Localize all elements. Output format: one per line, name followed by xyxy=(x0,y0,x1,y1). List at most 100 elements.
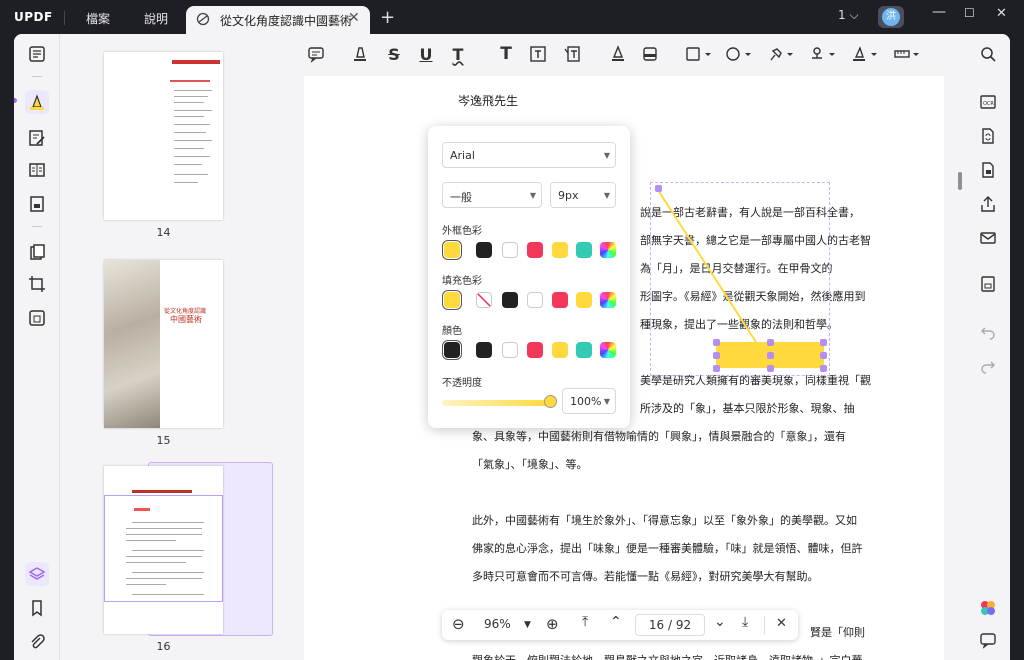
opacity-slider[interactable] xyxy=(442,400,550,406)
resize-handle[interactable] xyxy=(767,339,774,346)
highlight-icon[interactable] xyxy=(350,44,370,64)
menu-file[interactable]: 檔案 xyxy=(86,10,110,27)
resize-handle[interactable] xyxy=(820,352,827,359)
form-icon[interactable] xyxy=(25,192,49,216)
share-icon[interactable] xyxy=(978,194,998,214)
swatch-white[interactable] xyxy=(502,242,518,258)
reader-icon[interactable] xyxy=(25,42,49,66)
convert-icon[interactable] xyxy=(978,126,998,146)
opacity-slider-handle[interactable] xyxy=(544,395,557,408)
callout-handle[interactable] xyxy=(655,185,662,192)
last-page-icon[interactable]: ⤓ xyxy=(742,614,748,630)
divider xyxy=(764,616,765,634)
swatch-teal[interactable] xyxy=(576,242,592,258)
resize-handle[interactable] xyxy=(713,365,720,372)
comment-list-icon[interactable] xyxy=(978,630,998,650)
resize-handle[interactable] xyxy=(713,339,720,346)
close-window-button[interactable]: ✕ xyxy=(996,6,1007,21)
custom-color-swatch[interactable] xyxy=(600,342,616,358)
font-style-select[interactable]: 一般 ▼ xyxy=(442,182,542,208)
resize-handle[interactable] xyxy=(767,365,774,372)
organize-pages-icon[interactable] xyxy=(25,240,49,264)
note-icon[interactable] xyxy=(306,44,326,64)
swatch-red[interactable] xyxy=(527,242,543,258)
swatch-yellow[interactable] xyxy=(576,292,592,308)
resize-handle[interactable] xyxy=(820,365,827,372)
swatch-yellow[interactable] xyxy=(444,242,460,258)
text-icon[interactable]: T xyxy=(496,44,516,64)
email-icon[interactable] xyxy=(978,228,998,248)
document-tab[interactable]: 從文化角度認識中國藝術 ✕ xyxy=(186,6,370,34)
ocr-icon[interactable]: OCR xyxy=(978,92,998,112)
layers-icon[interactable] xyxy=(25,562,49,586)
eraser-icon[interactable] xyxy=(640,44,660,64)
swatch-yellow[interactable] xyxy=(552,242,568,258)
swatch-black[interactable] xyxy=(502,292,518,308)
crop-icon[interactable] xyxy=(25,272,49,296)
maximize-button[interactable]: ☐ xyxy=(964,6,975,20)
thumbnail-page-14[interactable] xyxy=(104,52,223,220)
zoom-level[interactable]: 96% xyxy=(484,617,511,631)
signature-icon[interactable] xyxy=(850,44,880,64)
previous-page-icon[interactable]: ⌃ xyxy=(610,614,622,630)
swatch-red[interactable] xyxy=(552,292,568,308)
comment-icon[interactable] xyxy=(25,90,49,114)
underline-icon[interactable]: U xyxy=(416,44,436,64)
tab-count[interactable]: 1 ⌵ xyxy=(838,8,859,23)
close-zoom-bar-icon[interactable]: ✕ xyxy=(776,616,787,631)
ai-assistant-icon[interactable] xyxy=(978,598,998,618)
page-number-input[interactable]: 16 / 92 xyxy=(635,614,705,636)
thumbnail-page-16[interactable] xyxy=(104,466,223,634)
edit-icon[interactable] xyxy=(25,126,49,150)
avatar[interactable]: 洪 xyxy=(878,6,904,28)
swatch-red[interactable] xyxy=(527,342,543,358)
font-family-select[interactable]: Arial ▼ xyxy=(442,142,616,168)
swatch-yellow[interactable] xyxy=(444,292,460,308)
zoom-dropdown-icon[interactable]: ▼ xyxy=(524,620,531,630)
swatch-black[interactable] xyxy=(476,342,492,358)
swatch-white[interactable] xyxy=(527,292,543,308)
search-icon[interactable] xyxy=(978,44,998,64)
swatch-black[interactable] xyxy=(444,342,460,358)
resize-handle[interactable] xyxy=(713,352,720,359)
close-tab-icon[interactable]: ✕ xyxy=(348,10,360,26)
custom-color-swatch[interactable] xyxy=(600,242,616,258)
stamp-icon[interactable] xyxy=(808,44,838,64)
bookmark-icon[interactable] xyxy=(25,596,49,620)
menu-help[interactable]: 說明 xyxy=(144,10,168,27)
resize-handle[interactable] xyxy=(820,339,827,346)
swatch-white[interactable] xyxy=(502,342,518,358)
minimize-button[interactable]: — xyxy=(932,4,946,20)
sticker-icon[interactable] xyxy=(724,44,754,64)
pencil-icon[interactable] xyxy=(608,44,628,64)
protect-file-icon[interactable] xyxy=(978,160,998,180)
first-page-icon[interactable]: ⤒ xyxy=(582,614,588,630)
undo-icon[interactable] xyxy=(978,322,998,342)
attachment-icon[interactable] xyxy=(25,630,49,654)
next-page-icon[interactable]: ⌄ xyxy=(714,614,726,630)
save-icon[interactable] xyxy=(978,274,998,294)
pin-icon[interactable] xyxy=(766,44,796,64)
zoom-in-icon[interactable]: ⊕ xyxy=(546,615,559,633)
swatch-yellow[interactable] xyxy=(552,342,568,358)
font-size-select[interactable]: 9px ▼ xyxy=(550,182,616,208)
squiggly-icon[interactable]: T xyxy=(448,44,468,64)
swatch-teal[interactable] xyxy=(576,342,592,358)
redo-icon[interactable] xyxy=(978,356,998,376)
resize-handle[interactable] xyxy=(767,352,774,359)
swatch-black[interactable] xyxy=(476,242,492,258)
protect-icon[interactable] xyxy=(25,306,49,330)
opacity-select[interactable]: 100% ▼ xyxy=(562,388,616,414)
shape-icon[interactable] xyxy=(684,44,714,64)
thumbnail-page-15[interactable]: 從文化角度認識 中國藝術 xyxy=(104,260,223,428)
custom-color-swatch[interactable] xyxy=(600,292,616,308)
callout-icon[interactable] xyxy=(562,44,582,64)
zoom-out-icon[interactable]: ⊖ xyxy=(452,615,465,633)
strikethrough-icon[interactable]: S xyxy=(384,44,404,64)
measure-icon[interactable] xyxy=(892,44,922,64)
scrollbar-thumb[interactable] xyxy=(958,172,962,190)
page-view-icon[interactable] xyxy=(25,158,49,182)
textbox-icon[interactable] xyxy=(528,44,548,64)
swatch-none[interactable] xyxy=(476,292,492,308)
new-tab-button[interactable]: + xyxy=(380,7,395,28)
